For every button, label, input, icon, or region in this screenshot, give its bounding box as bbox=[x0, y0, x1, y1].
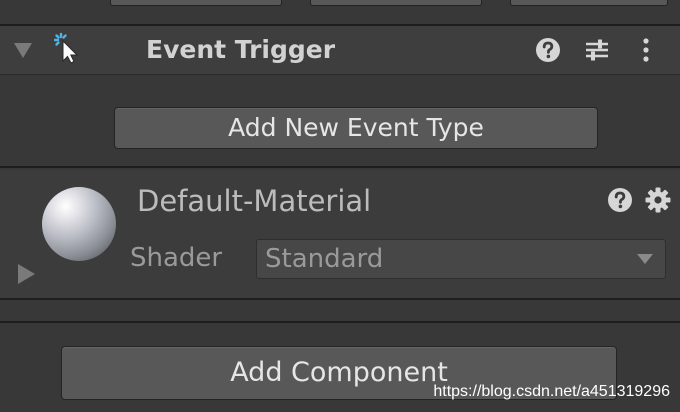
more-vertical-icon[interactable] bbox=[632, 36, 660, 64]
component-title: Event Trigger bbox=[146, 35, 336, 64]
foldout-arrow-icon[interactable] bbox=[18, 264, 35, 284]
foldout-arrow-icon[interactable] bbox=[14, 43, 32, 58]
divider bbox=[0, 321, 680, 323]
help-icon[interactable] bbox=[534, 36, 562, 64]
divider bbox=[0, 74, 680, 75]
shader-label: Shader bbox=[130, 243, 223, 273]
event-trigger-header[interactable]: Event Trigger bbox=[0, 26, 680, 74]
material-name: Default-Material bbox=[137, 184, 372, 218]
watermark: https://blog.csdn.net/a451319296 bbox=[433, 383, 670, 400]
add-new-event-type-button[interactable]: Add New Event Type bbox=[114, 107, 598, 149]
divider bbox=[0, 166, 680, 168]
help-icon[interactable] bbox=[606, 186, 634, 214]
gear-icon[interactable] bbox=[644, 186, 672, 214]
preset-sliders-icon[interactable] bbox=[583, 36, 611, 64]
previous-component-footer bbox=[0, 0, 680, 26]
inspector-panel: Event Trigger Add New Event Type Default… bbox=[0, 0, 680, 412]
divider bbox=[0, 298, 680, 300]
event-trigger-icon bbox=[54, 32, 79, 64]
dropdown-arrow-icon bbox=[637, 254, 653, 264]
shader-dropdown[interactable]: Standard bbox=[256, 239, 666, 279]
material-sphere-preview bbox=[42, 187, 116, 261]
previous-button-right[interactable] bbox=[510, 0, 668, 6]
previous-button-middle[interactable] bbox=[310, 0, 482, 6]
shader-value: Standard bbox=[265, 244, 384, 274]
previous-button-left[interactable] bbox=[110, 0, 282, 6]
